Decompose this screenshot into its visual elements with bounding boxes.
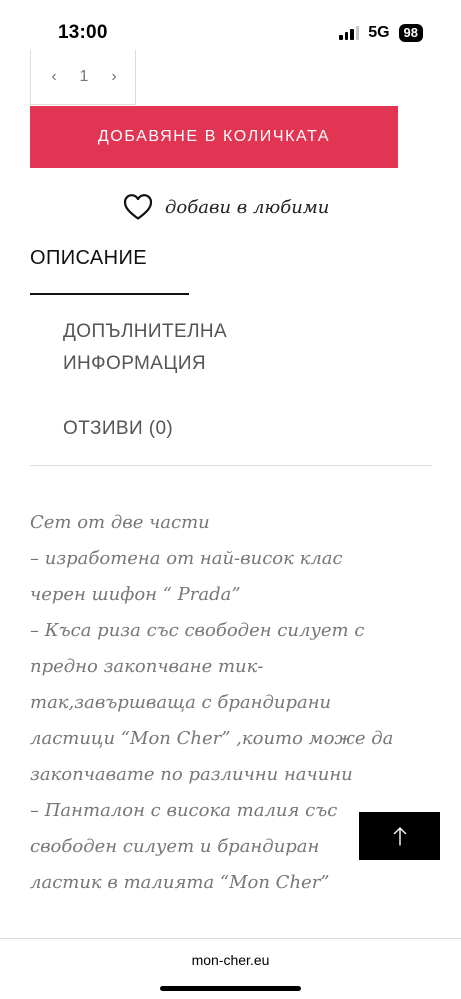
quantity-increment-button[interactable]: ›	[107, 68, 121, 86]
home-indicator[interactable]	[160, 986, 301, 991]
quantity-stepper: ‹ 1 ›	[30, 50, 136, 105]
browser-url[interactable]: mon-cher.eu	[0, 952, 461, 968]
arrow-up-icon	[393, 827, 406, 846]
description-line: ластици “Mon Cher” ,които може да	[30, 728, 394, 749]
description-line: Сет от две части	[30, 512, 210, 533]
tab-description[interactable]: ОПИСАНИЕ	[30, 247, 147, 270]
status-indicators: 5G 98	[339, 24, 423, 42]
add-to-wishlist-link[interactable]: добави в любими	[123, 193, 329, 221]
back-to-top-button[interactable]	[359, 812, 440, 860]
active-tab-underline	[30, 293, 189, 295]
url-bar-divider	[0, 938, 461, 939]
description-line: предно закопчване тик-	[30, 656, 264, 677]
network-type: 5G	[368, 24, 390, 41]
description-line: черен шифон “ Prada”	[30, 584, 241, 605]
add-to-cart-button[interactable]: ДОБАВЯНЕ В КОЛИЧКАТА	[30, 106, 398, 168]
description-line: закопчавате по различни начини	[30, 764, 353, 785]
description-line: – изработена от най-висок клас	[30, 548, 343, 569]
description-line: ластик в талията “Mon Cher”	[30, 872, 330, 893]
tabs-divider	[30, 465, 432, 466]
tab-reviews[interactable]: ОТЗИВИ (0)	[63, 418, 173, 440]
description-line: – Къса риза със свободен силует с	[30, 620, 365, 641]
quantity-value[interactable]: 1	[80, 68, 89, 86]
battery-icon: 98	[398, 24, 423, 42]
heart-outline-icon	[123, 194, 153, 220]
quantity-decrement-button[interactable]: ‹	[47, 68, 61, 86]
description-line: так,завършваща с брандирани	[30, 692, 332, 713]
status-time: 13:00	[58, 22, 108, 43]
cellular-signal-icon	[339, 26, 360, 40]
tab-additional-information[interactable]: ДОПЪЛНИТЕЛНА ИНФОРМАЦИЯ	[63, 316, 323, 380]
wishlist-label: добави в любими	[165, 196, 330, 218]
